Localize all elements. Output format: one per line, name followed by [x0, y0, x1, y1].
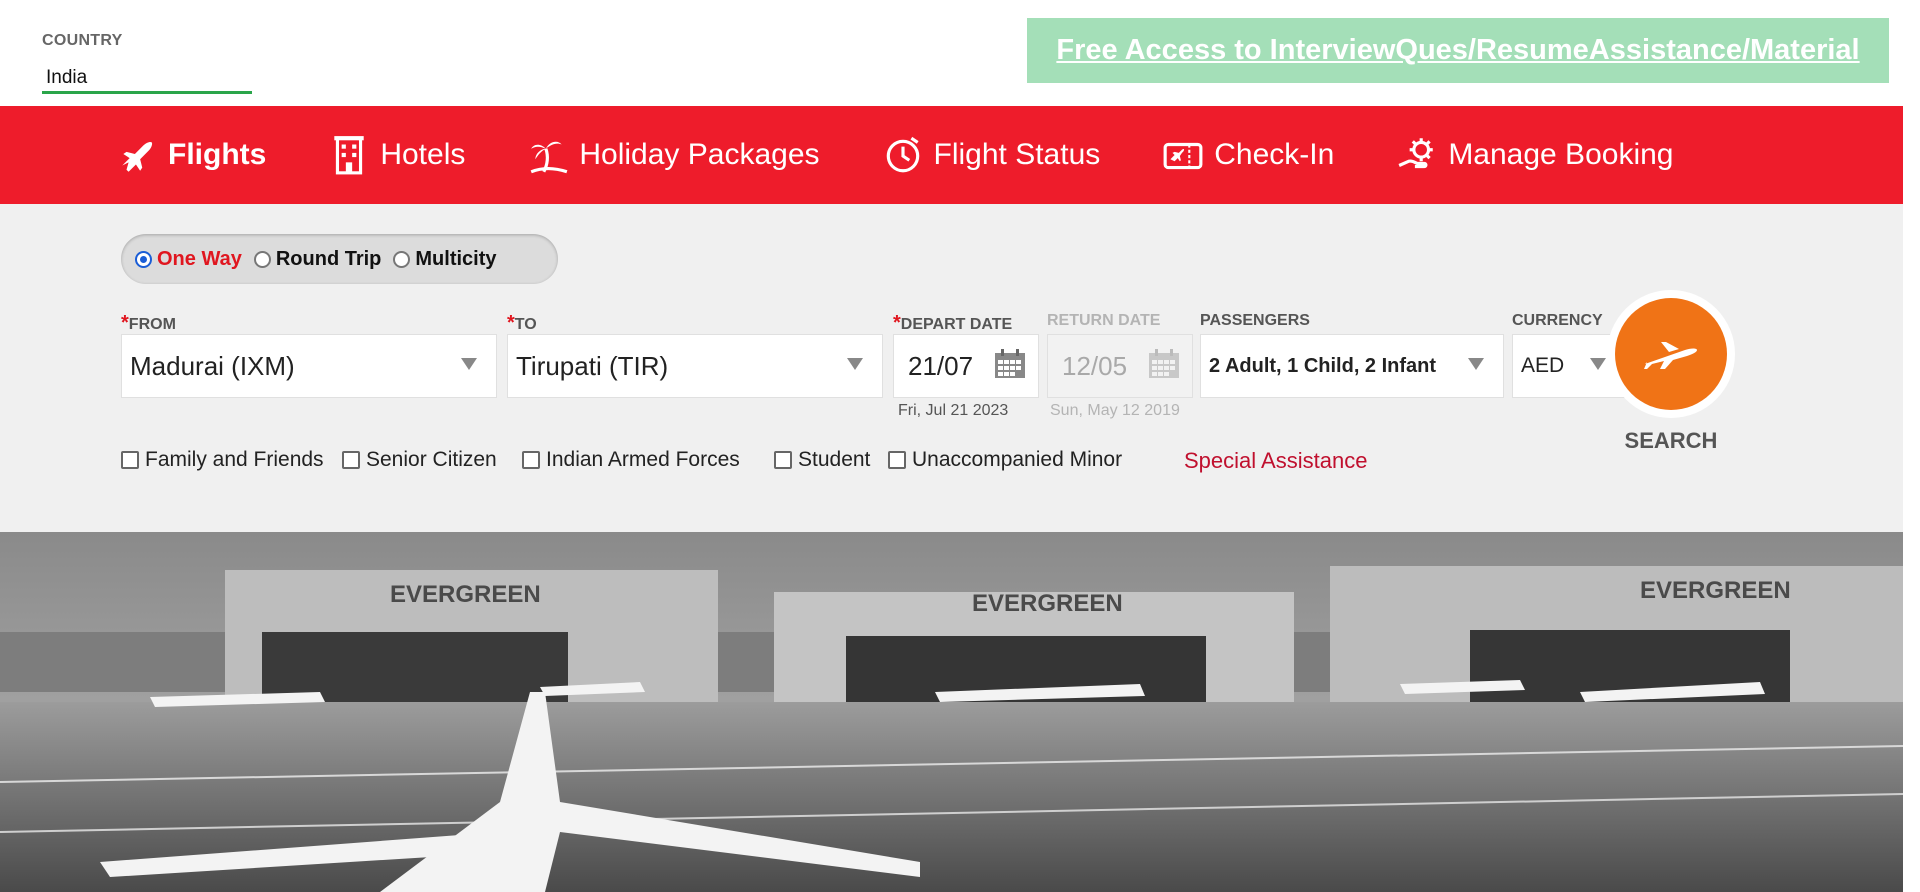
checkbox-label: Student: [798, 448, 871, 471]
concession-checkboxes: Family and Friends Senior Citizen Indian…: [121, 448, 1821, 478]
passengers-select[interactable]: 2 Adult, 1 Child, 2 Infant: [1200, 334, 1504, 398]
page-scrollbar[interactable]: [1903, 0, 1920, 892]
hotel-building-icon: [334, 136, 365, 175]
hangar-sign: EVERGREEN: [1640, 577, 1791, 604]
nav-item-label: Holiday Packages: [579, 138, 820, 171]
country-selector: COUNTRY: [42, 32, 252, 94]
depart-date-full: Fri, Jul 21 2023: [898, 402, 1009, 419]
from-label-text: FROM: [128, 316, 176, 333]
checkbox-senior-citizen[interactable]: Senior Citizen: [342, 448, 497, 472]
checkbox-unaccompanied-minor[interactable]: Unaccompanied Minor: [888, 448, 1122, 472]
depart-date-field[interactable]: 21/07: [893, 334, 1039, 398]
from-label: *FROM: [121, 312, 176, 335]
trip-type-round-trip[interactable]: Round Trip: [253, 247, 382, 271]
checkbox-student[interactable]: Student: [774, 448, 870, 472]
required-marker: *: [121, 312, 129, 334]
search-button-circle[interactable]: [1615, 298, 1727, 410]
nav-item-label: Hotels: [380, 138, 466, 171]
to-value: Tirupati (TIR): [516, 350, 669, 381]
passengers-label: PASSENGERS: [1200, 312, 1310, 329]
currency-label: CURRENCY: [1512, 312, 1603, 329]
from-select[interactable]: Madurai (IXM): [121, 334, 497, 398]
required-marker: *: [893, 312, 901, 334]
nav-item-label: Flight Status: [933, 138, 1101, 171]
radio-button[interactable]: [135, 250, 152, 268]
trip-type-multicity[interactable]: Multicity: [393, 247, 497, 271]
return-date-full: Sun, May 12 2019: [1050, 402, 1180, 419]
flight-search-panel: One Way Round Trip Multicity *FROM Madur…: [0, 204, 1903, 532]
required-marker: *: [507, 312, 515, 334]
chevron-down-icon: [1590, 358, 1606, 370]
checkbox[interactable]: [888, 451, 906, 469]
clock-status-icon: [886, 136, 919, 173]
nav-item-hotels[interactable]: Hotels: [328, 134, 465, 176]
radio-button[interactable]: [253, 250, 271, 268]
return-date-value: 12/05: [1062, 350, 1128, 381]
nav-item-label: Manage Booking: [1448, 138, 1674, 171]
checkbox-family-and-friends[interactable]: Family and Friends: [121, 448, 324, 472]
hangar-photo: EVERGREEN EVERGREEN EVERGREEN: [0, 532, 1903, 892]
checkbox-indian-armed-forces[interactable]: Indian Armed Forces: [522, 448, 740, 472]
to-label-text: TO: [514, 316, 537, 333]
depart-date-value: 21/07: [908, 350, 974, 381]
checkbox-label: Senior Citizen: [366, 448, 497, 471]
country-label: COUNTRY: [42, 32, 123, 49]
nav-item-check-in[interactable]: Check-In: [1162, 134, 1334, 176]
nav-item-holiday-packages[interactable]: Holiday Packages: [527, 134, 820, 176]
checkbox-label: Indian Armed Forces: [546, 448, 740, 471]
country-input[interactable]: [42, 64, 252, 94]
calendar-icon[interactable]: [1148, 349, 1180, 379]
depart-date-label: *DEPART DATE: [893, 312, 1012, 335]
to-label: *TO: [507, 312, 537, 335]
plane-icon: [122, 142, 153, 172]
passengers-value: 2 Adult, 1 Child, 2 Infant: [1209, 354, 1437, 377]
nav-item-flights[interactable]: Flights: [116, 134, 266, 176]
special-assistance-link[interactable]: Special Assistance: [1184, 448, 1367, 474]
radio-label: Round Trip: [275, 247, 382, 270]
return-date-label: RETURN DATE: [1047, 312, 1161, 329]
nav-item-label: Check-In: [1214, 138, 1335, 171]
checkbox[interactable]: [121, 451, 139, 469]
checkbox[interactable]: [342, 451, 360, 469]
promo-link[interactable]: Free Access to InterviewQues/ResumeAssis…: [1056, 34, 1859, 67]
calendar-icon[interactable]: [994, 349, 1026, 379]
checkbox[interactable]: [774, 451, 792, 469]
hangar-sign: EVERGREEN: [972, 590, 1123, 617]
radio-label: One Way: [157, 247, 242, 270]
hero-airport-image: EVERGREEN EVERGREEN EVERGREEN: [0, 532, 1903, 892]
nav-item-flight-status[interactable]: Flight Status: [882, 134, 1101, 176]
main-nav: Flights Hotels Holiday Packages Flight S…: [0, 106, 1903, 204]
to-select[interactable]: Tirupati (TIR): [507, 334, 883, 398]
palm-tree-icon: [530, 141, 568, 174]
plane-icon: [1644, 342, 1697, 369]
checkbox-label: Unaccompanied Minor: [912, 448, 1123, 471]
boarding-ticket-icon: [1163, 142, 1203, 170]
chevron-down-icon: [1468, 358, 1484, 370]
promo-banner: Free Access to InterviewQues/ResumeAssis…: [1027, 18, 1889, 83]
trip-type-toggle: One Way Round Trip Multicity: [121, 234, 558, 284]
currency-value: AED: [1521, 354, 1565, 377]
return-date-field[interactable]: 12/05: [1047, 334, 1193, 398]
nav-item-manage-booking[interactable]: Manage Booking: [1396, 134, 1673, 176]
depart-date-label-text: DEPART DATE: [900, 316, 1013, 333]
search-button[interactable]: [1607, 290, 1735, 418]
nav-item-label: Flights: [168, 138, 267, 171]
hangar-sign: EVERGREEN: [390, 581, 541, 608]
radio-label: Multicity: [415, 247, 497, 270]
checkbox[interactable]: [522, 451, 540, 469]
checkbox-label: Family and Friends: [145, 448, 324, 471]
radio-button[interactable]: [393, 250, 411, 268]
trip-type-one-way[interactable]: One Way: [135, 248, 242, 271]
chevron-down-icon: [461, 358, 477, 370]
gear-hand-icon: [1398, 138, 1434, 169]
from-value: Madurai (IXM): [130, 350, 295, 381]
chevron-down-icon: [847, 358, 863, 370]
